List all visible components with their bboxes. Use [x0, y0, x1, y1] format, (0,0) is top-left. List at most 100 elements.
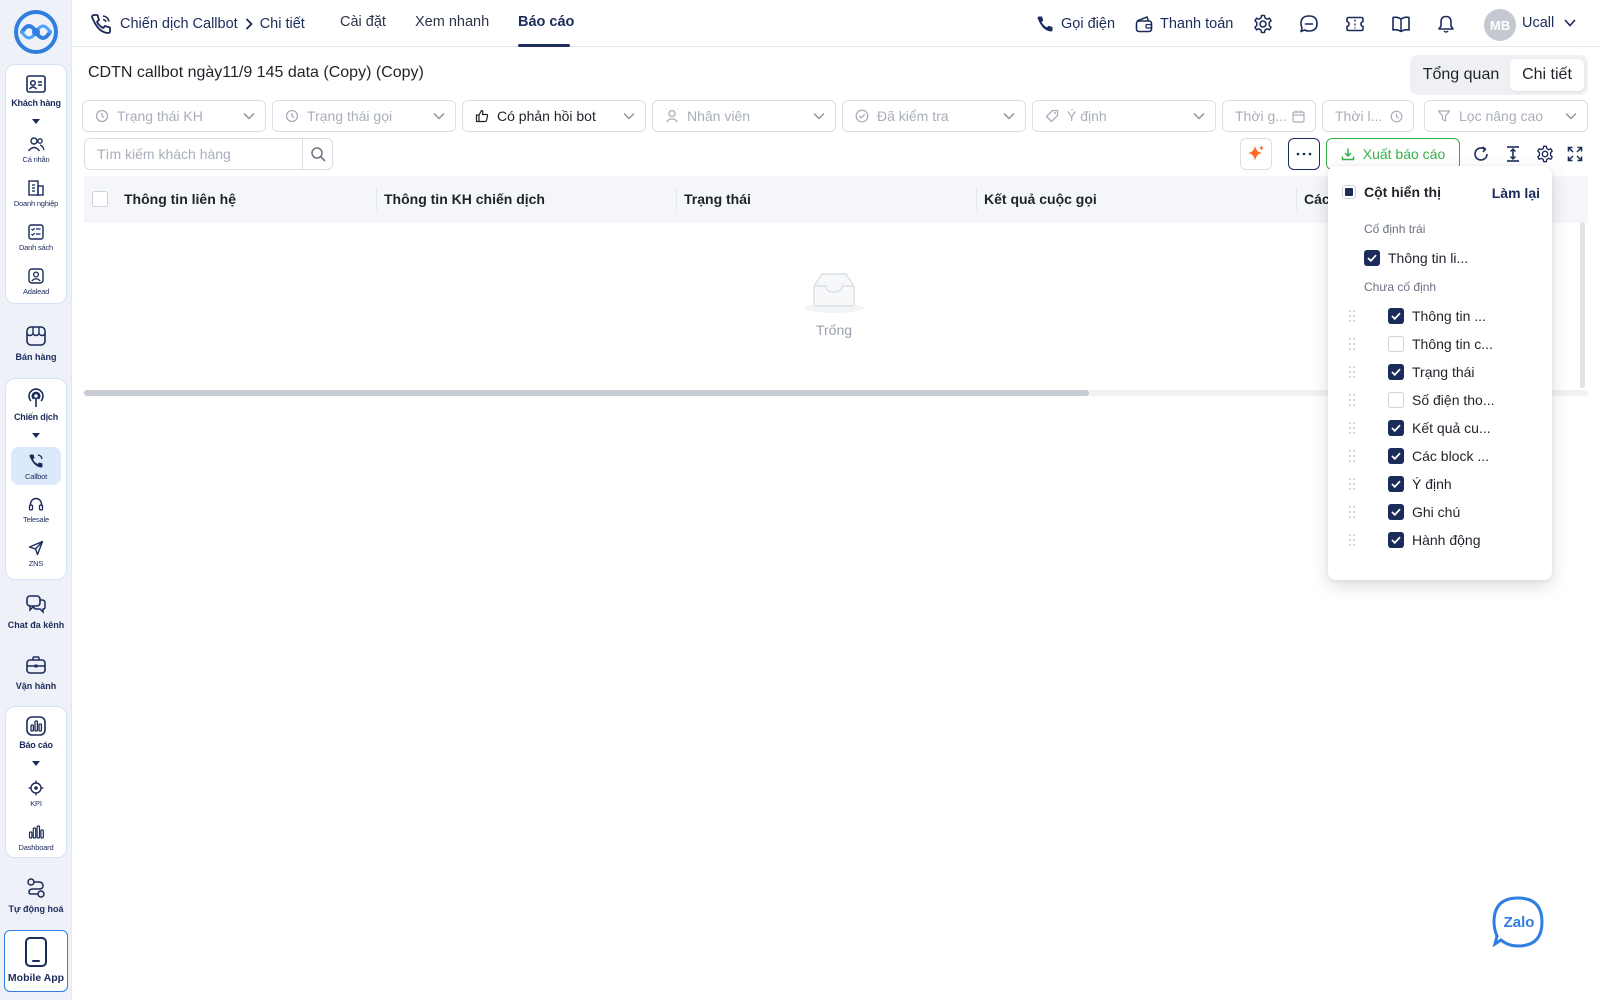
view-detail-button[interactable]: Chi tiết	[1510, 59, 1584, 91]
row-height-button[interactable]	[1502, 143, 1524, 165]
column-settings-button[interactable]	[1534, 143, 1556, 165]
sidebar-item-dashboard[interactable]: Dashboard	[6, 823, 66, 852]
sidebar-item-operations[interactable]: Vận hành	[0, 653, 72, 691]
breadcrumb-campaign[interactable]: Chiến dịch Callbot	[120, 16, 238, 32]
column-checkbox[interactable]	[1388, 364, 1404, 380]
book-icon[interactable]	[1390, 13, 1412, 35]
chevron-down-icon[interactable]	[31, 433, 41, 441]
column-option[interactable]: Các block ...	[1328, 444, 1552, 468]
more-options-button[interactable]	[1288, 138, 1320, 170]
filter-checked[interactable]: Đã kiểm tra	[842, 100, 1026, 132]
chevron-down-icon[interactable]	[31, 761, 41, 769]
ai-assistant-button[interactable]	[1240, 138, 1272, 170]
settings-icon[interactable]	[1252, 13, 1274, 35]
thumb-up-icon	[475, 109, 489, 123]
filter-date[interactable]: Thời g...	[1222, 100, 1316, 132]
column-option[interactable]: Kết quả cu...	[1328, 416, 1552, 440]
sidebar-item-kpi[interactable]: KPI	[6, 779, 66, 808]
fullscreen-button[interactable]	[1564, 143, 1586, 165]
message-icon[interactable]	[1298, 13, 1320, 35]
toggle-all-checkbox[interactable]	[1342, 185, 1356, 199]
drag-handle-icon[interactable]	[1348, 365, 1356, 379]
users-icon	[27, 135, 45, 153]
column-header-blocks[interactable]: Các	[1304, 191, 1330, 207]
tab-settings[interactable]: Cài đặt	[340, 14, 386, 30]
column-divider	[376, 188, 377, 210]
filter-customer-status[interactable]: Trạng thái KH	[82, 100, 266, 132]
column-option[interactable]: Số điện tho...	[1328, 388, 1552, 412]
column-checkbox[interactable]	[1388, 448, 1404, 464]
sidebar-item-telesale[interactable]: Telesale	[6, 495, 66, 524]
drag-handle-icon[interactable]	[1348, 533, 1356, 547]
drag-handle-icon[interactable]	[1348, 421, 1356, 435]
drag-handle-icon[interactable]	[1348, 337, 1356, 351]
chevron-down-icon[interactable]	[31, 119, 41, 127]
column-option[interactable]: Thông tin c...	[1328, 332, 1552, 356]
filter-bot-response[interactable]: Có phản hồi bot	[462, 100, 646, 132]
mobile-app-button[interactable]: Mobile App	[4, 930, 68, 992]
tab-report[interactable]: Báo cáo	[518, 14, 574, 30]
drag-handle-icon[interactable]	[1348, 449, 1356, 463]
sidebar-item-customers[interactable]: Khách hàng	[6, 73, 66, 108]
bell-icon[interactable]	[1435, 13, 1457, 35]
scrollbar-thumb[interactable]	[84, 390, 1089, 396]
column-option[interactable]: Thông tin ...	[1328, 304, 1552, 328]
sidebar-item-callbot[interactable]: Callbot	[11, 447, 61, 485]
sidebar-item-omnichannel-chat[interactable]: Chat đa kênh	[0, 592, 72, 630]
user-menu[interactable]: Ucall	[1522, 15, 1576, 31]
column-checkbox[interactable]	[1388, 504, 1404, 520]
sidebar-item-business[interactable]: Doanh nghiệp	[6, 179, 66, 208]
sidebar-item-campaigns[interactable]: Chiến dịch	[6, 387, 66, 422]
drag-handle-icon[interactable]	[1348, 309, 1356, 323]
sidebar-item-reports[interactable]: Báo cáo	[6, 715, 66, 750]
sidebar-item-lists[interactable]: Danh sách	[6, 223, 66, 252]
sidebar-item-adalead[interactable]: Adalead	[6, 267, 66, 296]
search-button[interactable]	[302, 139, 332, 169]
column-option[interactable]: Ghi chú	[1328, 500, 1552, 524]
ticket-icon[interactable]	[1344, 13, 1366, 35]
drag-handle-icon[interactable]	[1348, 477, 1356, 491]
filter-duration[interactable]: Thời l...	[1322, 100, 1414, 132]
refresh-button[interactable]	[1470, 143, 1492, 165]
column-option-label: Hành động	[1412, 532, 1481, 548]
call-button[interactable]: Gọi điện	[1036, 13, 1115, 35]
filter-advanced[interactable]: Lọc nâng cao	[1424, 100, 1588, 132]
vertical-scrollbar[interactable]	[1580, 222, 1585, 388]
column-checkbox[interactable]	[1388, 336, 1404, 352]
column-header-call-result[interactable]: Kết quả cuộc gọi	[984, 191, 1097, 207]
column-header-status[interactable]: Trạng thái	[684, 191, 751, 207]
zalo-chat-button[interactable]: Zalo	[1492, 896, 1544, 948]
app-logo[interactable]	[14, 10, 58, 54]
column-header-contact[interactable]: Thông tin liên hệ	[124, 191, 236, 207]
user-name: Ucall	[1522, 15, 1555, 31]
column-checkbox[interactable]	[1388, 532, 1404, 548]
sidebar-item-label: ZNS	[28, 559, 44, 568]
avatar[interactable]: MB	[1484, 9, 1516, 41]
column-option[interactable]: Ý định	[1328, 472, 1552, 496]
tab-quick-view[interactable]: Xem nhanh	[415, 14, 489, 30]
column-checkbox[interactable]	[1388, 476, 1404, 492]
sidebar-item-automation[interactable]: Tự động hoá	[0, 876, 72, 914]
column-option[interactable]: Hành động	[1328, 528, 1552, 552]
reset-columns-button[interactable]: Làm lại	[1492, 185, 1540, 201]
sidebar-item-individuals[interactable]: Cá nhân	[6, 135, 66, 164]
column-checkbox[interactable]	[1364, 250, 1380, 266]
select-all-checkbox[interactable]	[92, 191, 108, 207]
filter-call-status[interactable]: Trạng thái gọi	[272, 100, 456, 132]
filter-staff[interactable]: Nhân viên	[652, 100, 836, 132]
search-input[interactable]	[85, 139, 303, 169]
column-checkbox[interactable]	[1388, 308, 1404, 324]
column-option[interactable]: Thông tin li...	[1328, 246, 1552, 270]
column-option[interactable]: Trạng thái	[1328, 360, 1552, 384]
view-overview-button[interactable]: Tổng quan	[1414, 59, 1508, 91]
payment-button[interactable]: Thanh toán	[1135, 13, 1233, 35]
column-header-campaign-info[interactable]: Thông tin KH chiến dịch	[384, 191, 545, 207]
drag-handle-icon[interactable]	[1348, 393, 1356, 407]
wallet-icon	[1135, 15, 1153, 33]
sidebar-item-zns[interactable]: ZNS	[6, 539, 66, 568]
filter-intent[interactable]: Ý định	[1032, 100, 1216, 132]
column-checkbox[interactable]	[1388, 392, 1404, 408]
column-checkbox[interactable]	[1388, 420, 1404, 436]
drag-handle-icon[interactable]	[1348, 505, 1356, 519]
sidebar-item-sales[interactable]: Bán hàng	[0, 324, 72, 362]
